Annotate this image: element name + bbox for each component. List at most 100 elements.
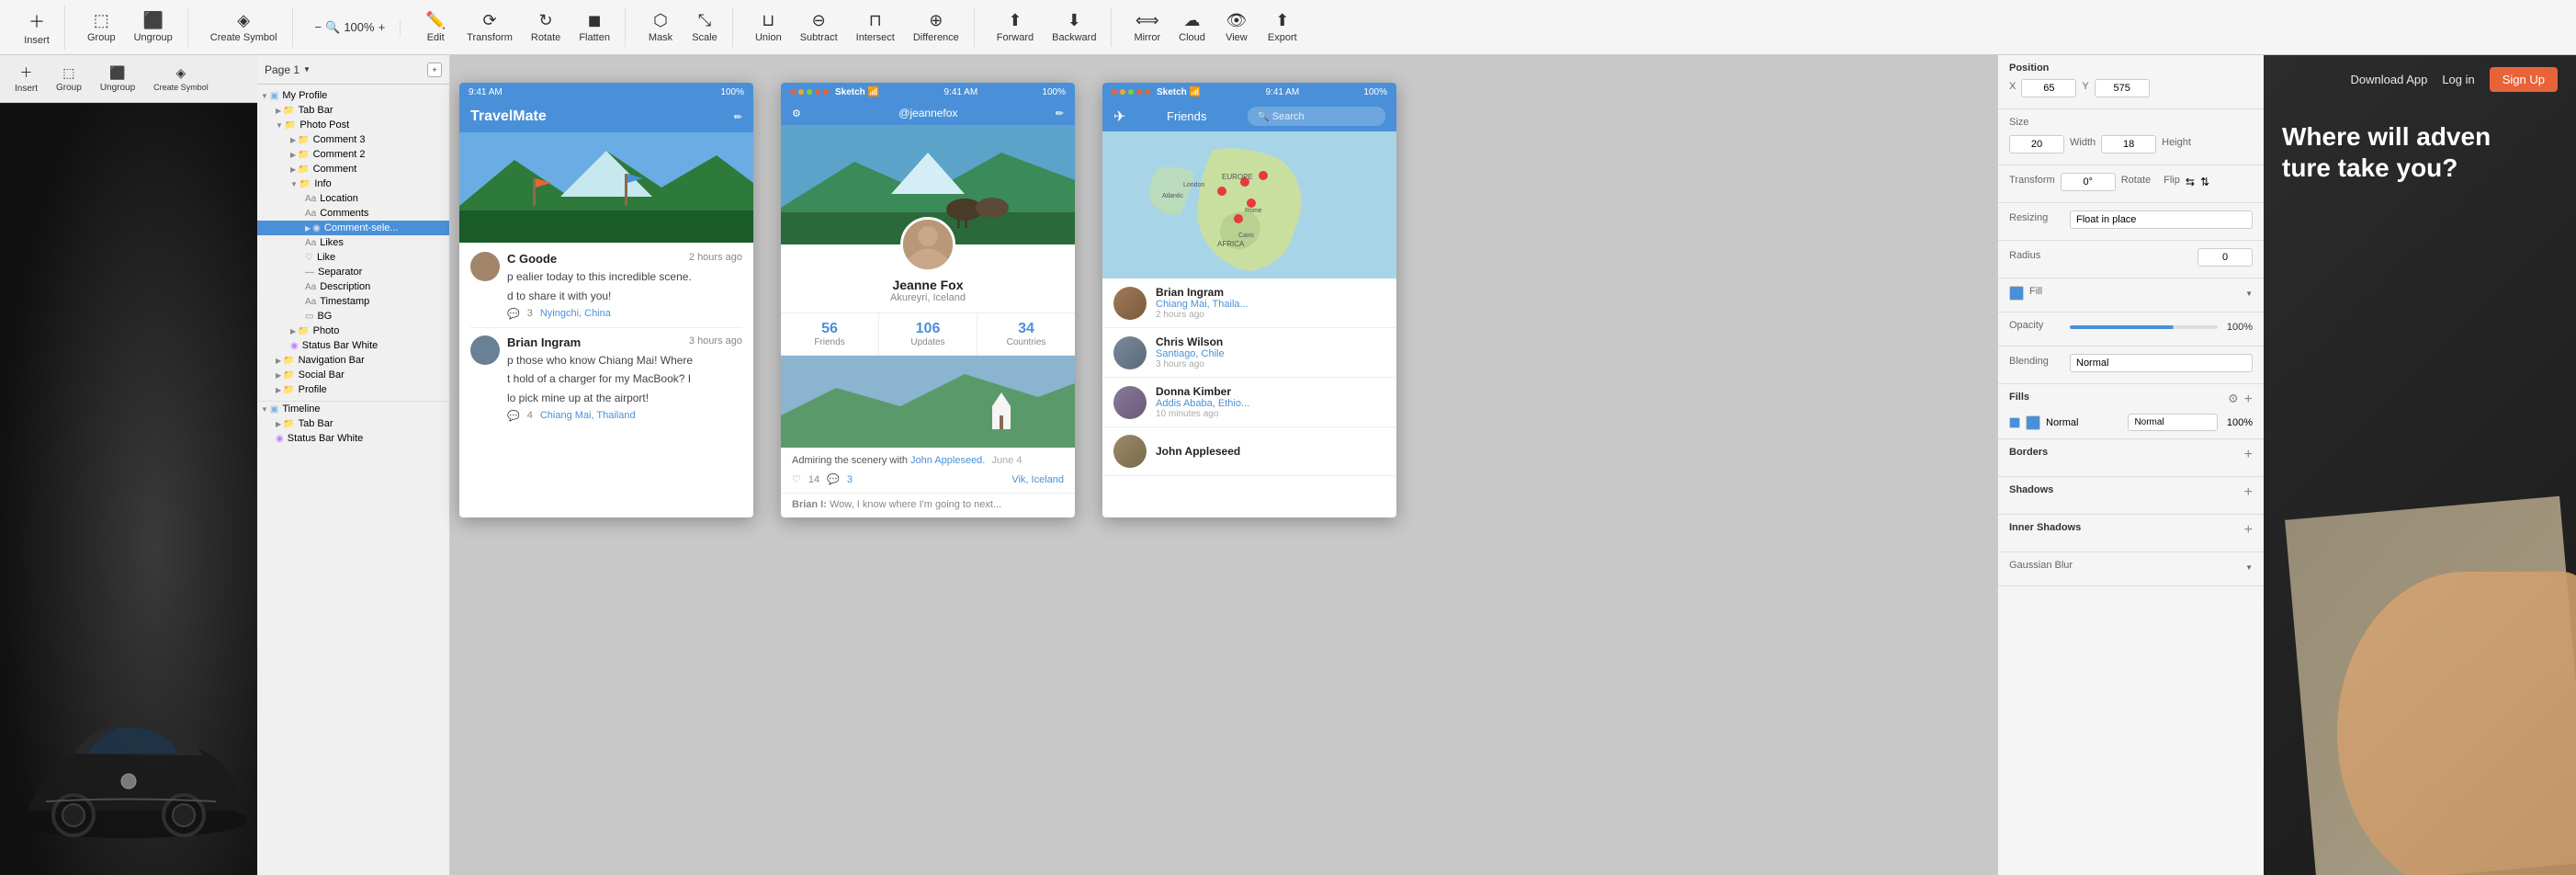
forward-button[interactable]: ⬆ Forward [989, 7, 1041, 47]
width-input[interactable] [2009, 135, 2064, 153]
ungroup-button[interactable]: ⬛ Ungroup [127, 7, 180, 47]
svg-text:Atlantic: Atlantic [1162, 193, 1183, 199]
transform-label: Transform [2009, 175, 2055, 186]
opacity-slider[interactable] [2070, 325, 2218, 329]
layer-timeline-status[interactable]: ◉ Status Bar White [257, 431, 449, 446]
union-button[interactable]: ⊔ Union [748, 7, 789, 47]
layer-info[interactable]: ▼ 📁 Info [257, 176, 449, 191]
download-link[interactable]: Download App [2350, 73, 2427, 86]
transform-button[interactable]: ⟳ Transform [459, 7, 520, 47]
layer-status-bar-white[interactable]: ◉ Status Bar White [257, 338, 449, 353]
layer-like[interactable]: ♡ Like [257, 250, 449, 265]
layer-comment2[interactable]: ▶ 📁 Comment 2 [257, 147, 449, 162]
layer-description[interactable]: Aa Description [257, 279, 449, 294]
y-label: Y [2082, 81, 2088, 92]
insert-button[interactable]: ＋ Insert [17, 6, 57, 50]
zoom-control[interactable]: − 🔍 100% + [308, 20, 393, 35]
layer-bg[interactable]: ▭ BG [257, 309, 449, 324]
page-selector[interactable]: Page 1 ▼ [265, 63, 311, 76]
layer-social-bar[interactable]: ▶ 📁 Social Bar [257, 368, 449, 382]
fill-swatch-2[interactable] [2026, 415, 2040, 430]
rotate-input[interactable] [2061, 173, 2116, 191]
layer-tab-bar[interactable]: ▶ 📁 Tab Bar [257, 103, 449, 118]
layer-timestamp[interactable]: Aa Timestamp [257, 294, 449, 309]
layer-timeline-tab[interactable]: ▶ 📁 Tab Bar [257, 416, 449, 431]
rotate-button[interactable]: ↻ Rotate [524, 7, 568, 47]
layer-separator[interactable]: — Separator [257, 265, 449, 279]
login-link[interactable]: Log in [2442, 73, 2474, 86]
text-icon-1: Aa [305, 194, 316, 204]
add-page-button[interactable]: + [427, 62, 442, 77]
layer-comment[interactable]: ▶ 📁 Comment [257, 162, 449, 176]
fill-blend-dropdown[interactable]: Normal [2128, 414, 2217, 431]
backward-button[interactable]: ⬇ Backward [1045, 7, 1103, 47]
mini-insert-button[interactable]: ＋ Insert [7, 60, 45, 97]
flip-v-icon[interactable]: ⇅ [2200, 176, 2209, 188]
layer-comment3[interactable]: ▶ 📁 Comment 3 [257, 132, 449, 147]
signup-button[interactable]: Sign Up [2490, 67, 2558, 92]
plus-icon: ＋ [28, 9, 45, 33]
layer-profile[interactable]: ▶ 📁 Profile [257, 382, 449, 397]
fill-checkbox[interactable] [2009, 417, 2020, 428]
flatten-button[interactable]: ◼ Flatten [571, 7, 617, 47]
blending-dropdown[interactable]: Normal [2070, 354, 2253, 372]
search-bar[interactable]: 🔍 Search [1248, 107, 1385, 126]
mask-button[interactable]: ⬡ Mask [640, 7, 681, 47]
post2-link[interactable]: Chiang Mai, Thailand [540, 410, 636, 421]
fills-add-button[interactable]: + [2244, 392, 2253, 408]
borders-add-button[interactable]: + [2244, 447, 2253, 463]
view-button[interactable]: 👁 View [1216, 7, 1257, 47]
caption-link[interactable]: John Appleseed. [910, 455, 985, 466]
layer-likes[interactable]: Aa Likes [257, 235, 449, 250]
intersect-button[interactable]: ⊓ Intersect [849, 7, 902, 47]
page-name: Page 1 [265, 63, 299, 76]
zoom-plus-icon: + [378, 20, 386, 34]
export-button[interactable]: ⬆ Export [1260, 7, 1305, 47]
gaussian-blur-section: Gaussian Blur ▼ [1998, 552, 2264, 586]
user1-avatar [470, 252, 500, 281]
layer-nav-bar[interactable]: ▶ 📁 Navigation Bar [257, 353, 449, 368]
layer-location[interactable]: Aa Location [257, 191, 449, 206]
fill-color-swatch[interactable] [2009, 286, 2024, 301]
cloud-icon: ☁ [1184, 11, 1201, 30]
height-input[interactable] [2101, 135, 2156, 153]
friend-name-1: Chris Wilson [1156, 335, 1385, 348]
fills-settings-icon[interactable]: ⚙ [2228, 392, 2239, 408]
location-tag[interactable]: Vik, Iceland [1011, 474, 1064, 485]
radius-input[interactable] [2198, 248, 2253, 267]
layer-photo[interactable]: ▶ 📁 Photo [257, 324, 449, 338]
mini-ungroup-button[interactable]: ⬛ Ungroup [93, 62, 142, 97]
inner-shadows-add-button[interactable]: + [2244, 522, 2253, 539]
layer-photo-post[interactable]: ▼ 📁 Photo Post [257, 118, 449, 132]
mini-symbol-button[interactable]: ◈ Create Symbol [146, 62, 216, 96]
post1-link[interactable]: Nyingchi, China [540, 308, 611, 319]
resizing-dropdown[interactable]: Float in place [2070, 210, 2253, 229]
layer-timeline[interactable]: ▼ ▣ Timeline [257, 401, 449, 416]
user2-name: Brian Ingram [507, 335, 581, 349]
create-symbol-button[interactable]: ◈ Create Symbol [203, 7, 285, 47]
mini-group-button[interactable]: ⬚ Group [49, 62, 89, 97]
layer-comments[interactable]: Aa Comments [257, 206, 449, 221]
group-button[interactable]: ⬚ Group [80, 7, 123, 47]
subtract-button[interactable]: ⊖ Subtract [793, 7, 845, 47]
rect-icon: ▭ [305, 312, 313, 322]
comment-user: Brian I: [792, 499, 827, 510]
website-heading: Where will adven ture take you? [2282, 121, 2558, 183]
shadows-add-button[interactable]: + [2244, 484, 2253, 501]
cloud-button[interactable]: ☁ Cloud [1171, 7, 1213, 47]
borders-title: Borders [2009, 447, 2048, 458]
scale-button[interactable]: ⤡ Scale [684, 7, 725, 47]
sketch-canvas[interactable]: Page 1 ▼ + ▼ ▣ My Profile ▶ 📁 Tab Bar [257, 55, 1997, 875]
edit-button[interactable]: ✏️ Edit [415, 7, 456, 47]
difference-button[interactable]: ⊕ Difference [906, 7, 966, 47]
mirror-button[interactable]: ⟺ Mirror [1126, 7, 1168, 47]
divider1 [470, 327, 742, 328]
edit-icon: ✏️ [425, 11, 446, 30]
layer-comment-selected[interactable]: ▶ ◉ Comment-sele... [257, 221, 449, 235]
flip-h-icon[interactable]: ⇆ [2186, 176, 2195, 188]
layer-my-profile[interactable]: ▼ ▣ My Profile [257, 88, 449, 103]
blending-section: Blending Normal [1998, 347, 2264, 384]
x-input[interactable] [2021, 79, 2076, 97]
plane-icon: ✈ [1113, 108, 1125, 126]
y-input[interactable] [2095, 79, 2150, 97]
